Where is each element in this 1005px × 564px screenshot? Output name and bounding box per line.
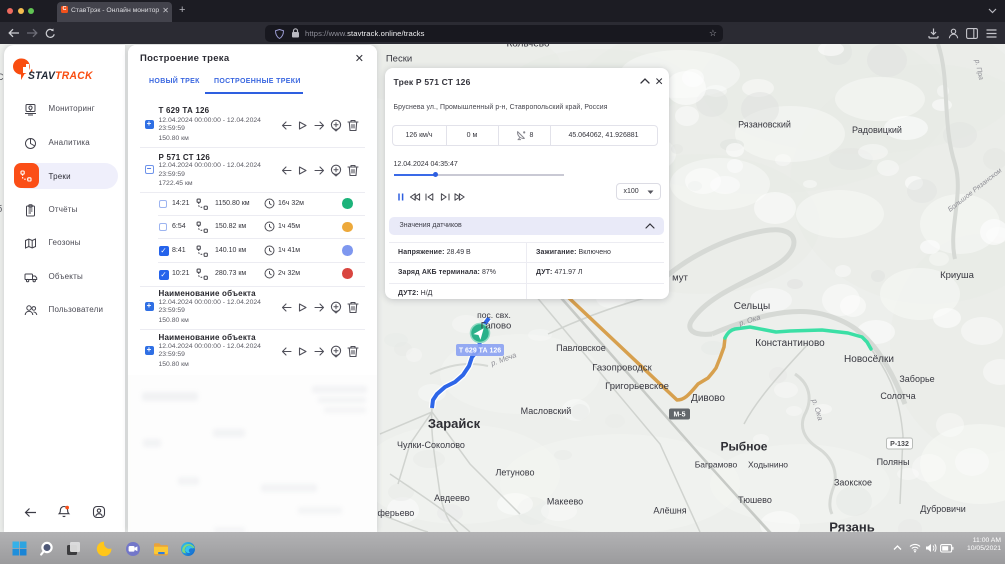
- svg-text:пос. свх.: пос. свх.: [477, 310, 511, 320]
- svg-text:Т 629 ТА 126: Т 629 ТА 126: [459, 348, 501, 355]
- svg-text:Тюшево: Тюшево: [738, 495, 772, 505]
- svg-text:Макеево: Макеево: [547, 497, 583, 507]
- svg-text:Рязановский: Рязановский: [738, 120, 791, 130]
- svg-text:Рязань: Рязань: [829, 520, 874, 533]
- svg-text:Ходынино: Ходынино: [748, 460, 788, 470]
- svg-text:Масловский: Масловский: [521, 406, 572, 416]
- svg-text:Заокское: Заокское: [834, 478, 872, 488]
- svg-text:б: б: [0, 204, 2, 214]
- svg-text:Дивово: Дивово: [691, 393, 725, 404]
- svg-text:Летуново: Летуново: [496, 468, 535, 478]
- svg-text:Заборье: Заборье: [899, 374, 934, 384]
- svg-text:Баграмово: Баграмово: [695, 460, 738, 470]
- svg-text:Алёшня: Алёшня: [653, 506, 686, 516]
- svg-text:Криуша: Криуша: [940, 270, 974, 281]
- svg-text:Константиново: Константиново: [755, 338, 825, 349]
- svg-text:Рыбное: Рыбное: [721, 440, 768, 454]
- svg-text:Зарайск: Зарайск: [428, 416, 481, 431]
- svg-text:Кольчево: Кольчево: [506, 44, 550, 50]
- svg-text:Радовицкий: Радовицкий: [852, 125, 902, 135]
- svg-text:Поляны: Поляны: [877, 457, 910, 467]
- svg-text:Сельцы: Сельцы: [734, 301, 770, 312]
- svg-text:Новосёлки: Новосёлки: [844, 354, 894, 365]
- svg-text:Гапово: Гапово: [481, 321, 512, 332]
- svg-text:Пески: Пески: [386, 54, 412, 65]
- svg-text:Павловское: Павловское: [556, 343, 606, 353]
- svg-text:Дубровичи: Дубровичи: [920, 504, 966, 514]
- svg-text:Авдеево: Авдеево: [434, 493, 470, 503]
- svg-text:мут: мут: [672, 273, 688, 284]
- svg-text:Григорьевское: Григорьевское: [605, 381, 669, 392]
- svg-text:Чулки-Соколово: Чулки-Соколово: [397, 440, 465, 450]
- svg-text:М-5: М-5: [673, 412, 685, 419]
- svg-text:Газопроводск: Газопроводск: [592, 363, 652, 374]
- svg-text:ферьево: ферьево: [378, 508, 415, 518]
- svg-text:Р-132: Р-132: [890, 441, 909, 448]
- svg-text:Солотча: Солотча: [880, 391, 915, 401]
